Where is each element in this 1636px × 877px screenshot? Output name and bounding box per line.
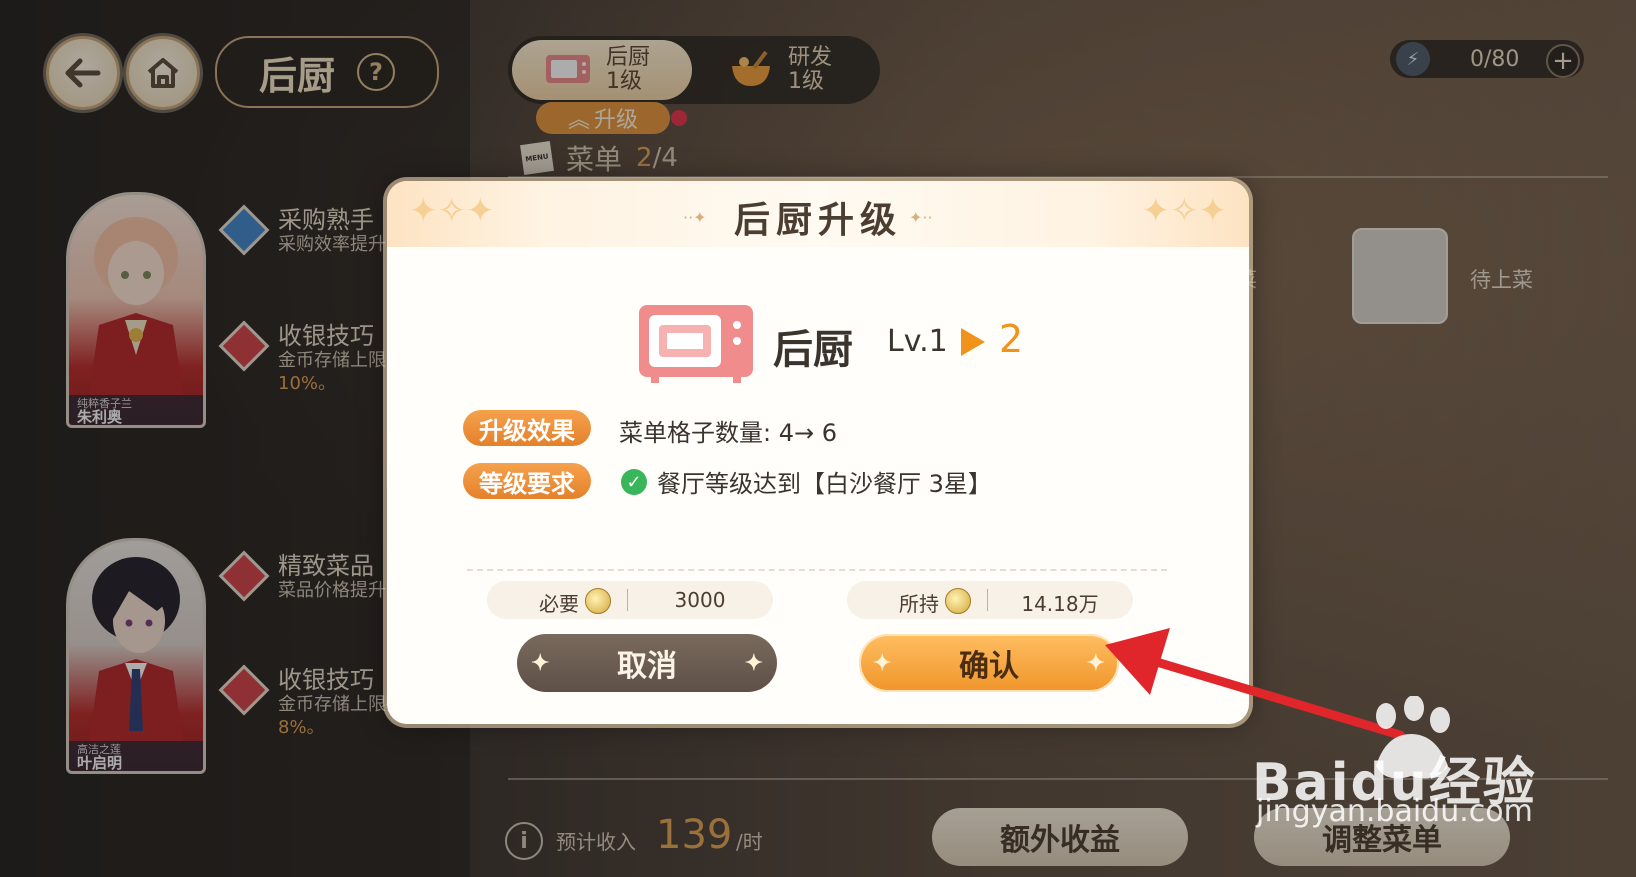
required-value: 3000 — [674, 588, 726, 612]
level-arrow-icon — [961, 328, 985, 356]
required-label: 必要 — [539, 592, 579, 616]
sparkle-decoration: ✦ — [1086, 650, 1105, 676]
facility-name: 后厨 — [773, 326, 853, 373]
sparkle-decoration: ✦ — [873, 650, 892, 676]
next-level: 2 — [999, 317, 1024, 361]
check-icon: ✓ — [621, 469, 647, 495]
confirm-button[interactable]: ✦ 确认 ✦ — [859, 634, 1119, 692]
dialog-title: 后厨升级 — [733, 199, 902, 241]
cancel-button[interactable]: ✦ 取消 ✦ — [517, 634, 777, 692]
current-level: Lv.1 — [887, 324, 948, 359]
dialog-header: ✦✧✦ ✦✧✦ ··✦ ✦·· 后厨升级 — [387, 181, 1249, 247]
effect-text: 菜单格子数量: 4→ 6 — [619, 419, 837, 447]
watermark-url: jingyan.baidu.com — [1256, 794, 1533, 829]
separator — [987, 589, 988, 611]
gold-coin-icon — [585, 588, 611, 614]
requirement-tag: 等级要求 — [463, 463, 591, 499]
confirm-label: 确认 — [959, 649, 1019, 684]
microwave-icon — [639, 305, 753, 383]
gold-coin-icon — [945, 588, 971, 614]
owned-gold: 所持 14.18万 — [847, 581, 1133, 619]
effect-tag: 升级效果 — [463, 410, 591, 446]
dialog-divider — [467, 569, 1167, 571]
owned-value: 14.18万 — [1021, 592, 1099, 616]
cancel-label: 取消 — [617, 649, 677, 684]
sparkle-decoration: ✦ — [744, 650, 763, 676]
required-cost: 必要 3000 — [487, 581, 773, 619]
owned-label: 所持 — [899, 592, 939, 616]
requirement-text: 餐厅等级达到【白沙餐厅 3星】 — [657, 470, 992, 498]
sparkle-decoration: ✦ — [531, 650, 550, 676]
separator — [627, 589, 628, 611]
upgrade-dialog: ✦✧✦ ✦✧✦ ··✦ ✦·· 后厨升级 后厨 Lv.1 2 升级效果 菜单格子… — [387, 181, 1249, 724]
